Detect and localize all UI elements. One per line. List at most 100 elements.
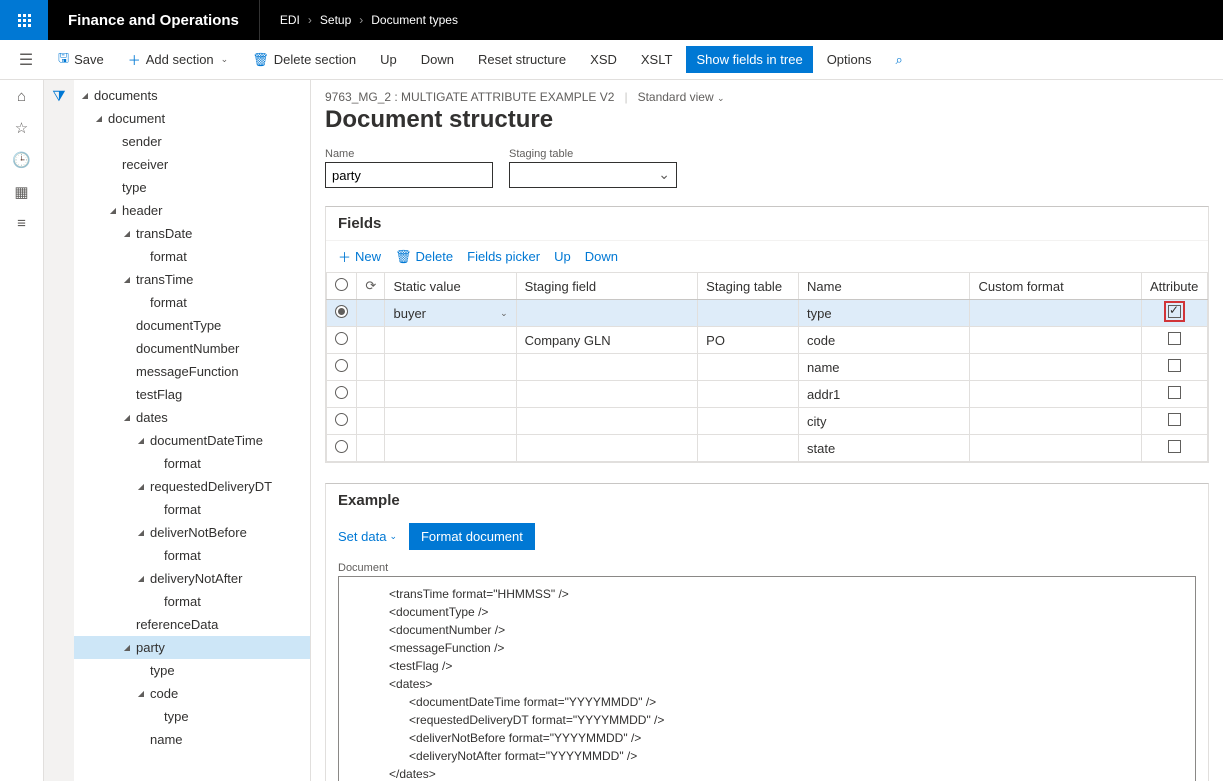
- save-button[interactable]: 🖫Save: [48, 43, 114, 77]
- cell-name[interactable]: type: [799, 300, 970, 327]
- cell-static[interactable]: [385, 327, 516, 354]
- breadcrumb-item[interactable]: Setup: [320, 13, 351, 27]
- tree-node-requesteddeliverydt[interactable]: requestedDeliveryDT: [74, 475, 310, 498]
- row-radio[interactable]: [335, 386, 348, 399]
- home-icon[interactable]: ⌂: [17, 88, 26, 105]
- attribute-checkbox[interactable]: [1168, 386, 1181, 399]
- attribute-checkbox[interactable]: [1168, 305, 1181, 318]
- cell-name[interactable]: addr1: [799, 381, 970, 408]
- cell-staging-field[interactable]: [516, 354, 698, 381]
- app-launcher[interactable]: [0, 0, 48, 40]
- cell-static[interactable]: [385, 408, 516, 435]
- cell-custom[interactable]: [970, 327, 1141, 354]
- cell-name[interactable]: city: [799, 408, 970, 435]
- tree-node-delivernotbefore[interactable]: deliverNotBefore: [74, 521, 310, 544]
- col-staging-field[interactable]: Staging field: [516, 273, 698, 300]
- table-row[interactable]: name: [327, 354, 1208, 381]
- recent-icon[interactable]: 🕒: [12, 151, 31, 169]
- attribute-checkbox[interactable]: [1168, 332, 1181, 345]
- tree-node-format[interactable]: format: [74, 245, 310, 268]
- add-section-button[interactable]: ＋Add section⌄: [118, 44, 239, 75]
- cell-staging-table[interactable]: [698, 300, 799, 327]
- modules-icon[interactable]: ≡: [17, 215, 26, 232]
- xsd-button[interactable]: XSD: [580, 46, 627, 73]
- cell-attribute[interactable]: [1141, 327, 1207, 354]
- cell-custom[interactable]: [970, 381, 1141, 408]
- tree-node-receiver[interactable]: receiver: [74, 153, 310, 176]
- tree-node-format[interactable]: format: [74, 544, 310, 567]
- cell-static[interactable]: [385, 435, 516, 462]
- tree-node-messagefunction[interactable]: messageFunction: [74, 360, 310, 383]
- cell-name[interactable]: name: [799, 354, 970, 381]
- row-radio[interactable]: [335, 332, 348, 345]
- col-staging-table[interactable]: Staging table: [698, 273, 799, 300]
- cell-attribute[interactable]: [1141, 381, 1207, 408]
- attribute-checkbox[interactable]: [1168, 359, 1181, 372]
- cell-name[interactable]: state: [799, 435, 970, 462]
- cell-custom[interactable]: [970, 354, 1141, 381]
- tree-node-type[interactable]: type: [74, 705, 310, 728]
- table-row[interactable]: state: [327, 435, 1208, 462]
- xslt-button[interactable]: XSLT: [631, 46, 683, 73]
- example-code[interactable]: <transTime format="HHMMSS" /> <documentT…: [338, 576, 1196, 781]
- search-icon[interactable]: ⌕: [886, 46, 913, 74]
- staging-table-select[interactable]: [509, 162, 677, 188]
- delete-section-button[interactable]: 🗑Delete section: [242, 46, 366, 74]
- tree-node-testflag[interactable]: testFlag: [74, 383, 310, 406]
- cell-staging-field[interactable]: [516, 381, 698, 408]
- cell-staging-table[interactable]: [698, 435, 799, 462]
- cell-staging-field[interactable]: [516, 408, 698, 435]
- cell-attribute[interactable]: [1141, 300, 1207, 327]
- name-input[interactable]: [325, 162, 493, 188]
- tree-node-transtime[interactable]: transTime: [74, 268, 310, 291]
- tree-node-documentdatetime[interactable]: documentDateTime: [74, 429, 310, 452]
- row-radio[interactable]: [335, 305, 348, 318]
- cell-staging-field[interactable]: Company GLN: [516, 327, 698, 354]
- down-button[interactable]: Down: [411, 46, 464, 73]
- col-custom[interactable]: Custom format: [970, 273, 1141, 300]
- row-radio[interactable]: [335, 413, 348, 426]
- cell-attribute[interactable]: [1141, 435, 1207, 462]
- tree-node-document[interactable]: document: [74, 107, 310, 130]
- cell-staging-field[interactable]: [516, 435, 698, 462]
- row-radio[interactable]: [335, 359, 348, 372]
- cell-staging-table[interactable]: [698, 381, 799, 408]
- tree-node-format[interactable]: format: [74, 291, 310, 314]
- cell-static[interactable]: buyer⌄: [385, 300, 516, 327]
- col-static[interactable]: Static value: [385, 273, 516, 300]
- breadcrumb-item[interactable]: Document types: [371, 13, 458, 27]
- cell-custom[interactable]: [970, 408, 1141, 435]
- set-data-button[interactable]: Set data⌄: [338, 529, 397, 544]
- delete-button[interactable]: 🗑Delete: [395, 247, 453, 266]
- format-document-button[interactable]: Format document: [409, 523, 535, 550]
- attribute-checkbox[interactable]: [1168, 413, 1181, 426]
- cell-attribute[interactable]: [1141, 354, 1207, 381]
- table-row[interactable]: city: [327, 408, 1208, 435]
- cell-static[interactable]: [385, 354, 516, 381]
- tree-node-referencedata[interactable]: referenceData: [74, 613, 310, 636]
- cell-staging-table[interactable]: [698, 354, 799, 381]
- reset-structure-button[interactable]: Reset structure: [468, 46, 576, 73]
- tree-node-party[interactable]: party: [74, 636, 310, 659]
- show-fields-button[interactable]: Show fields in tree: [686, 46, 812, 73]
- cell-name[interactable]: code: [799, 327, 970, 354]
- cell-staging-table[interactable]: PO: [698, 327, 799, 354]
- hamburger-icon[interactable]: ☰: [8, 50, 44, 70]
- fields-picker-button[interactable]: Fields picker: [467, 247, 540, 266]
- attribute-checkbox[interactable]: [1168, 440, 1181, 453]
- tree-node-sender[interactable]: sender: [74, 130, 310, 153]
- tree-node-documentnumber[interactable]: documentNumber: [74, 337, 310, 360]
- cell-attribute[interactable]: [1141, 408, 1207, 435]
- filter-icon[interactable]: ⧩: [52, 88, 65, 105]
- up-button[interactable]: Up: [554, 247, 571, 266]
- tree-node-documents[interactable]: documents: [74, 84, 310, 107]
- row-radio[interactable]: [335, 440, 348, 453]
- tree-node-type[interactable]: type: [74, 659, 310, 682]
- tree-node-name[interactable]: name: [74, 728, 310, 751]
- breadcrumb-item[interactable]: EDI: [280, 13, 300, 27]
- cell-staging-field[interactable]: [516, 300, 698, 327]
- down-button[interactable]: Down: [585, 247, 618, 266]
- cell-static[interactable]: [385, 381, 516, 408]
- col-name[interactable]: Name: [799, 273, 970, 300]
- tree-node-code[interactable]: code: [74, 682, 310, 705]
